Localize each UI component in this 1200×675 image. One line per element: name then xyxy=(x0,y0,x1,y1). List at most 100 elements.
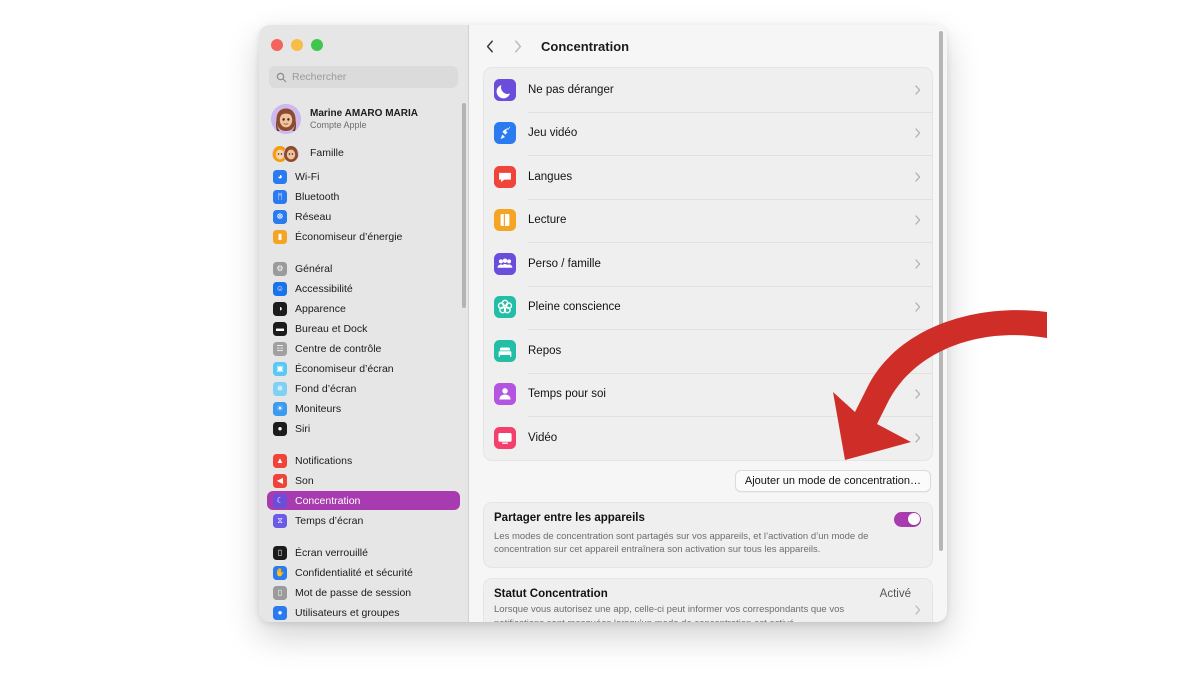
focus-mode-row[interactable]: Temps pour soi xyxy=(484,372,932,417)
search-container xyxy=(269,66,458,88)
appearance-icon: ◑ xyxy=(273,301,287,316)
chevron-right-icon xyxy=(915,433,921,443)
content-scrollbar[interactable] xyxy=(938,31,943,551)
add-focus-mode-button[interactable]: Ajouter un mode de concentration… xyxy=(734,469,931,492)
focus-mode-label: Vidéo xyxy=(528,431,558,444)
accessibility-icon: ☺ xyxy=(273,281,287,296)
lock-screen-icon: ▯ xyxy=(273,545,287,560)
sidebar-group-separator xyxy=(267,439,460,451)
toggle-knob xyxy=(907,513,920,525)
focus-mode-label: Temps pour soi xyxy=(528,388,606,401)
chevron-right-icon xyxy=(915,85,921,95)
people-icon xyxy=(494,252,516,275)
sidebar-item-siri[interactable]: ● Siri xyxy=(267,419,460,438)
focus-mode-row[interactable]: Lecture xyxy=(484,198,932,243)
content-pane: Concentration Ne pas déranger Jeu vidéo La… xyxy=(469,25,947,622)
sidebar-item-label: Son xyxy=(295,474,314,487)
forward-button[interactable] xyxy=(505,33,531,59)
sidebar-item-wi-fi[interactable]: ◕ Wi-Fi xyxy=(267,167,460,186)
focus-status-panel[interactable]: Statut Concentration Activé Lorsque vous… xyxy=(483,578,933,622)
focus-mode-label: Lecture xyxy=(528,214,567,227)
sidebar-item-son[interactable]: ◀ Son xyxy=(267,471,460,490)
rocket-icon xyxy=(494,122,516,145)
account-row[interactable]: Marine AMARO MARIA Compte Apple xyxy=(267,99,460,139)
sidebar-item-r-seau[interactable]: ☸ Réseau xyxy=(267,207,460,226)
chevron-right-icon xyxy=(515,39,522,53)
sidebar-item-apparence[interactable]: ◑ Apparence xyxy=(267,299,460,318)
sidebar-item-label: Notifications xyxy=(295,454,353,467)
search-field[interactable] xyxy=(269,66,458,88)
sidebar-item-fond-d-cran[interactable]: ✵ Fond d’écran xyxy=(267,379,460,398)
sidebar-item-label: Utilisateurs et groupes xyxy=(295,606,400,619)
sidebar-item-concentration[interactable]: ☾ Concentration xyxy=(267,491,460,510)
desktop-dock-icon: ▬ xyxy=(273,321,287,336)
sidebar-group-separator xyxy=(267,531,460,543)
chevron-right-icon xyxy=(915,389,921,399)
search-icon xyxy=(276,72,287,82)
search-input[interactable] xyxy=(292,71,451,83)
close-button[interactable] xyxy=(271,39,283,51)
focus-mode-row[interactable]: Ne pas déranger xyxy=(484,68,932,112)
chevron-right-icon xyxy=(915,605,921,615)
person-icon xyxy=(494,383,516,406)
content-scroll-area[interactable]: Ne pas déranger Jeu vidéo Langues Lecture Pe… xyxy=(469,67,947,622)
traffic-lights xyxy=(271,39,323,51)
family-label: Famille xyxy=(310,147,344,159)
chevron-right-icon xyxy=(915,172,921,182)
sidebar-item-mot-de-passe-de-session[interactable]: ▯ Mot de passe de session xyxy=(267,583,460,602)
memoji-avatar xyxy=(271,104,301,134)
book-icon xyxy=(494,209,516,232)
sidebar-item-centre-de-contr-le[interactable]: ☲ Centre de contrôle xyxy=(267,339,460,358)
sidebar-scroll-area[interactable]: Marine AMARO MARIA Compte Apple Famille … xyxy=(259,96,468,622)
focus-mode-label: Ne pas déranger xyxy=(528,83,614,96)
displays-icon: ☀ xyxy=(273,401,287,416)
sidebar-item-famille[interactable]: Famille xyxy=(267,139,460,167)
sidebar-item-bluetooth[interactable]: ᛗ Bluetooth xyxy=(267,187,460,206)
sidebar-item-label: Économiseur d’énergie xyxy=(295,230,403,243)
focus-mode-row[interactable]: Perso / famille xyxy=(484,242,932,286)
tv-icon xyxy=(494,426,516,449)
share-across-devices-panel: Partager entre les appareils Les modes d… xyxy=(483,501,933,569)
focus-moon-icon: ☾ xyxy=(273,493,287,508)
wallpaper-icon: ✵ xyxy=(273,381,287,396)
sidebar-item-notifications[interactable]: ▲ Notifications xyxy=(267,451,460,470)
content-titlebar: Concentration xyxy=(469,25,947,67)
focus-mode-label: Jeu vidéo xyxy=(528,127,578,140)
sidebar-item-cran-verrouill[interactable]: ▯ Écran verrouillé xyxy=(267,543,460,562)
sidebar-item-label: Temps d’écran xyxy=(295,514,364,527)
sidebar-item-label: Centre de contrôle xyxy=(295,342,382,355)
sidebar-scrollbar[interactable] xyxy=(462,103,466,308)
sidebar-item-temps-d-cran[interactable]: ⧖ Temps d’écran xyxy=(267,511,460,530)
sidebar-item-label: Écran verrouillé xyxy=(295,546,368,559)
focus-mode-row[interactable]: Jeu vidéo xyxy=(484,111,932,156)
bluetooth-icon: ᛗ xyxy=(273,189,287,204)
sidebar-item-accessibilit[interactable]: ☺ Accessibilité xyxy=(267,279,460,298)
sidebar-item-moniteurs[interactable]: ☀ Moniteurs xyxy=(267,399,460,418)
account-subtitle: Compte Apple xyxy=(310,119,367,130)
sidebar-item-utilisateurs-et-groupes[interactable]: ● Utilisateurs et groupes xyxy=(267,603,460,622)
focus-mode-row[interactable]: Vidéo xyxy=(484,416,932,460)
share-across-devices-toggle[interactable] xyxy=(894,511,921,527)
sidebar-item-conomiseur-d-cran[interactable]: ▣ Économiseur d’écran xyxy=(267,359,460,378)
minimize-button[interactable] xyxy=(291,39,303,51)
back-button[interactable] xyxy=(477,33,503,59)
sidebar-item-g-n-ral[interactable]: ⚙ Général xyxy=(267,259,460,278)
control-center-icon: ☲ xyxy=(273,341,287,356)
chevron-right-icon xyxy=(915,346,921,356)
focus-mode-row[interactable]: Langues xyxy=(484,155,932,199)
sound-icon: ◀ xyxy=(273,473,287,488)
zoom-button[interactable] xyxy=(311,39,323,51)
sidebar-item-bureau-et-dock[interactable]: ▬ Bureau et Dock xyxy=(267,319,460,338)
siri-icon: ● xyxy=(273,421,287,436)
status-panel-value: Activé xyxy=(879,588,911,601)
focus-mode-row[interactable]: Pleine conscience xyxy=(484,285,932,330)
sidebar-item-conomiseur-d-nergie[interactable]: ▮ Économiseur d’énergie xyxy=(267,227,460,246)
sidebar-item-label: Bureau et Dock xyxy=(295,322,368,335)
focus-mode-row[interactable]: Repos xyxy=(484,329,932,373)
account-text: Marine AMARO MARIA Compte Apple xyxy=(310,108,418,130)
status-panel-description: Lorsque vous autorisez une app, celle-ci… xyxy=(494,604,845,622)
focus-mode-label: Pleine conscience xyxy=(528,301,621,314)
sidebar-item-label: Apparence xyxy=(295,302,346,315)
focus-modes-list: Ne pas déranger Jeu vidéo Langues Lecture Pe… xyxy=(483,67,933,461)
sidebar-item-confidentialit-et-s-curit[interactable]: ✋ Confidentialité et sécurité xyxy=(267,563,460,582)
